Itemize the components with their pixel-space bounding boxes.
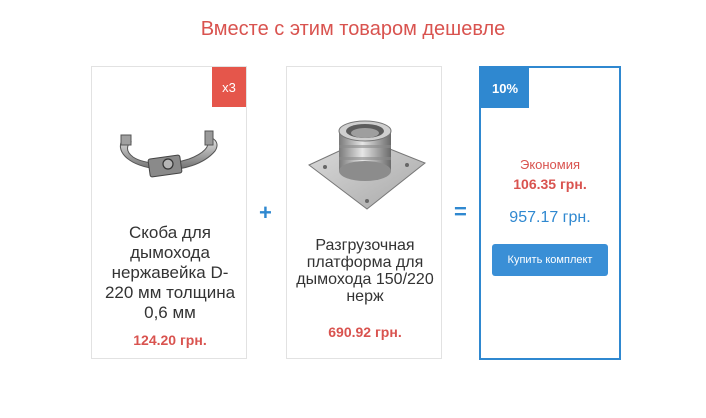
product-card-clamp[interactable]: x3 Скоба для дымохода нержавейка D-220 м… (91, 66, 247, 359)
bundle-total-price: 957.17 грн. (509, 209, 591, 226)
product-card-platform[interactable]: Разгрузочная платформа для дымохода 150/… (286, 66, 442, 359)
buy-bundle-button[interactable]: Купить комплект (492, 244, 608, 276)
product-price: 690.92 грн. (328, 324, 402, 340)
product-name[interactable]: Разгрузочная платформа для дымохода 150/… (293, 237, 437, 305)
steel-clamp-image[interactable] (92, 111, 248, 211)
product-name[interactable]: Скоба для дымохода нержавейка D-220 мм т… (98, 223, 242, 323)
product-price: 124.20 грн. (133, 332, 207, 348)
discount-badge: 10% (481, 68, 529, 108)
bundle-section-title: Вместе с этим товаром дешевле (200, 18, 506, 40)
savings-label: Экономия (519, 157, 581, 172)
quantity-badge: x3 (212, 67, 246, 107)
plus-operator: + (259, 200, 272, 225)
bundle-summary: 10% Экономия 106.35 грн. 957.17 грн. Куп… (479, 66, 621, 360)
savings-amount: 106.35 грн. (513, 176, 587, 192)
support-platform-image[interactable] (287, 105, 443, 245)
equals-operator: = (454, 199, 467, 224)
